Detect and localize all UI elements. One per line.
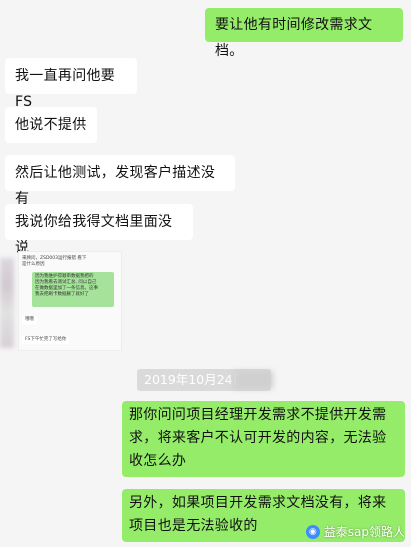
message-bubble-sent[interactable]: 要让他有时间修改需求文档。	[205, 8, 403, 59]
message-bubble-sent[interactable]: 那你问问项目经理开发需求不提供开发需求，将来客户不认可开发的内容，无法验收怎么办	[122, 401, 405, 477]
screenshot-text-line: 是什么原因	[22, 262, 45, 267]
wechat-official-icon: ◉	[305, 524, 320, 539]
watermark: ◉ 益泰sap领路人	[305, 523, 405, 540]
watermark-text: 益泰sap领路人	[323, 525, 405, 539]
message-text: 我一直再问他要FS	[15, 68, 116, 110]
blurred-time	[233, 371, 273, 389]
embedded-chat-screenshot[interactable]: 来顾问，ZSD003运行报错 看下 是什么原因 因为我维护得顺审数据我把的 因为…	[18, 251, 122, 351]
message-bubble-received[interactable]: 我说你给我得文档里面没说	[5, 204, 193, 256]
screenshot-text-line: 我去把刷卡数据删了就好了	[35, 292, 89, 297]
screenshot-text-line: FS下午忙完了写给你	[25, 337, 67, 342]
screenshot-text-line: 哦哦	[25, 317, 34, 322]
message-text: 我说你给我得文档里面没说	[15, 214, 173, 256]
message-bubble-received[interactable]: 然后让他测试，发现客户描述没有	[5, 155, 235, 207]
message-text: 他说不提供	[15, 117, 87, 133]
message-text: 要让他有时间修改需求文档。	[215, 17, 373, 59]
screenshot-green-bubble: 因为我维护得顺审数据我把的 因为我看去测试汇总, 问以自己 在做数据里加了一条信…	[32, 272, 114, 307]
date-label: 2019年10月24日	[144, 372, 246, 387]
message-bubble-received[interactable]: 我一直再问他要FS	[5, 58, 137, 110]
screenshot-reply-bubble: 哦哦	[22, 316, 37, 324]
message-text: 然后让他测试，发现客户描述没有	[15, 165, 216, 207]
message-bubble-received[interactable]: 他说不提供	[5, 107, 97, 143]
message-text: 那你问问项目经理开发需求不提供开发需求，将来客户不认可开发的内容，无法验收怎么办	[129, 407, 387, 469]
screenshot-fs-bubble: FS下午忙完了写给你	[22, 336, 70, 344]
blurred-avatar	[0, 258, 14, 348]
